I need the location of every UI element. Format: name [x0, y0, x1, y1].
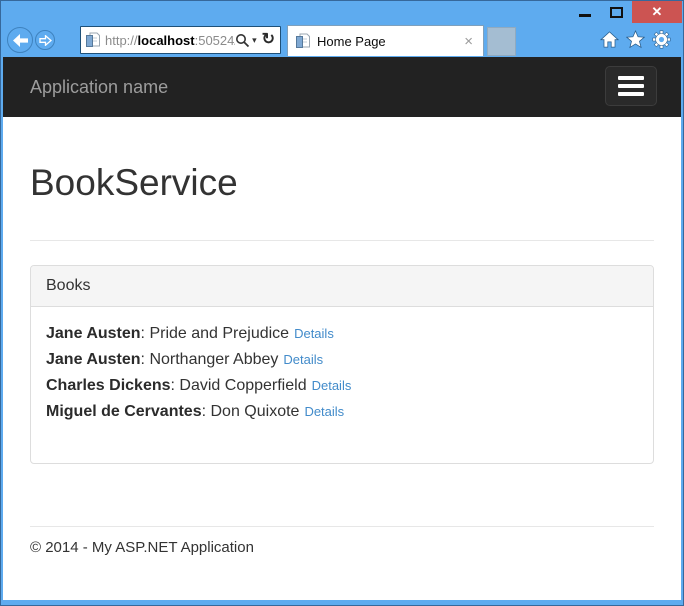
details-link[interactable]: Details	[294, 326, 334, 341]
browser-window: ✕ http://localhost:50524/ ▾ ↻ Home Page …	[0, 0, 684, 606]
window-controls: ✕	[570, 1, 682, 23]
footer-divider	[30, 526, 654, 528]
books-list: Jane Austen: Pride and Prejudice Details …	[31, 307, 653, 463]
maximize-button[interactable]	[600, 1, 632, 23]
refresh-icon[interactable]: ↻	[262, 32, 275, 48]
new-tab-button[interactable]	[487, 27, 516, 56]
panel-heading: Books	[31, 266, 653, 308]
book-author: Jane Austen	[46, 351, 141, 369]
close-button[interactable]: ✕	[632, 1, 682, 23]
minimize-icon	[579, 13, 591, 17]
search-icon[interactable]	[235, 33, 250, 48]
forward-button[interactable]	[35, 30, 55, 50]
book-list-item: Jane Austen: Northanger Abbey Details	[46, 347, 638, 373]
book-title: Northanger Abbey	[149, 351, 279, 369]
footer-copyright: © 2014 - My ASP.NET Application	[30, 539, 254, 557]
minimize-button[interactable]	[570, 1, 600, 23]
details-link[interactable]: Details	[283, 352, 323, 367]
back-button[interactable]	[7, 27, 33, 53]
maximize-icon	[609, 6, 623, 18]
home-icon[interactable]	[600, 30, 619, 49]
divider	[30, 240, 654, 242]
url-protocol: http://	[105, 32, 138, 48]
book-title: Pride and Prejudice	[149, 325, 290, 343]
page-container: BookService Books Jane Austen: Pride and…	[3, 163, 681, 556]
forward-arrow-icon	[38, 34, 52, 46]
book-list-item: Charles Dickens: David Copperfield Detail…	[46, 373, 638, 399]
url-text[interactable]: http://localhost:50524/	[105, 33, 235, 48]
url-host: localhost	[137, 32, 195, 48]
browser-tab[interactable]: Home Page ×	[287, 25, 484, 56]
page-title: BookService	[30, 162, 238, 203]
app-navbar: Application name	[3, 57, 681, 117]
book-list-item: Miguel de Cervantes: Don Quixote Details	[46, 399, 638, 425]
separator: :	[201, 403, 211, 421]
address-bar[interactable]: http://localhost:50524/ ▾ ↻	[80, 26, 281, 54]
tab-close-icon[interactable]: ×	[462, 34, 475, 49]
book-title: David Copperfield	[179, 377, 307, 395]
url-tail: :50524/	[194, 32, 236, 48]
details-link[interactable]: Details	[312, 378, 352, 393]
page-icon	[86, 32, 100, 47]
tab-page-icon	[296, 33, 310, 48]
hamburger-menu-button[interactable]	[605, 66, 657, 106]
details-link[interactable]: Details	[304, 404, 344, 419]
navbar-brand[interactable]: Application name	[3, 57, 168, 117]
address-dropdown-caret-icon[interactable]: ▾	[252, 35, 257, 46]
book-author: Miguel de Cervantes	[46, 403, 202, 421]
star-icon[interactable]	[626, 30, 645, 49]
books-panel: Books Jane Austen: Pride and Prejudice De…	[30, 265, 654, 465]
close-icon: ✕	[651, 4, 663, 19]
tab-title: Home Page	[317, 33, 386, 49]
page-viewport: Application name BookService Books Jane …	[3, 57, 681, 600]
browser-toolbar-icons	[600, 30, 671, 49]
hamburger-icon	[618, 76, 644, 80]
gear-icon[interactable]	[652, 30, 671, 49]
back-arrow-icon	[12, 33, 28, 47]
book-list-item: Jane Austen: Pride and Prejudice Details	[46, 321, 638, 347]
book-title: Don Quixote	[210, 403, 300, 421]
book-author: Jane Austen	[46, 325, 141, 343]
book-author: Charles Dickens	[46, 377, 171, 395]
